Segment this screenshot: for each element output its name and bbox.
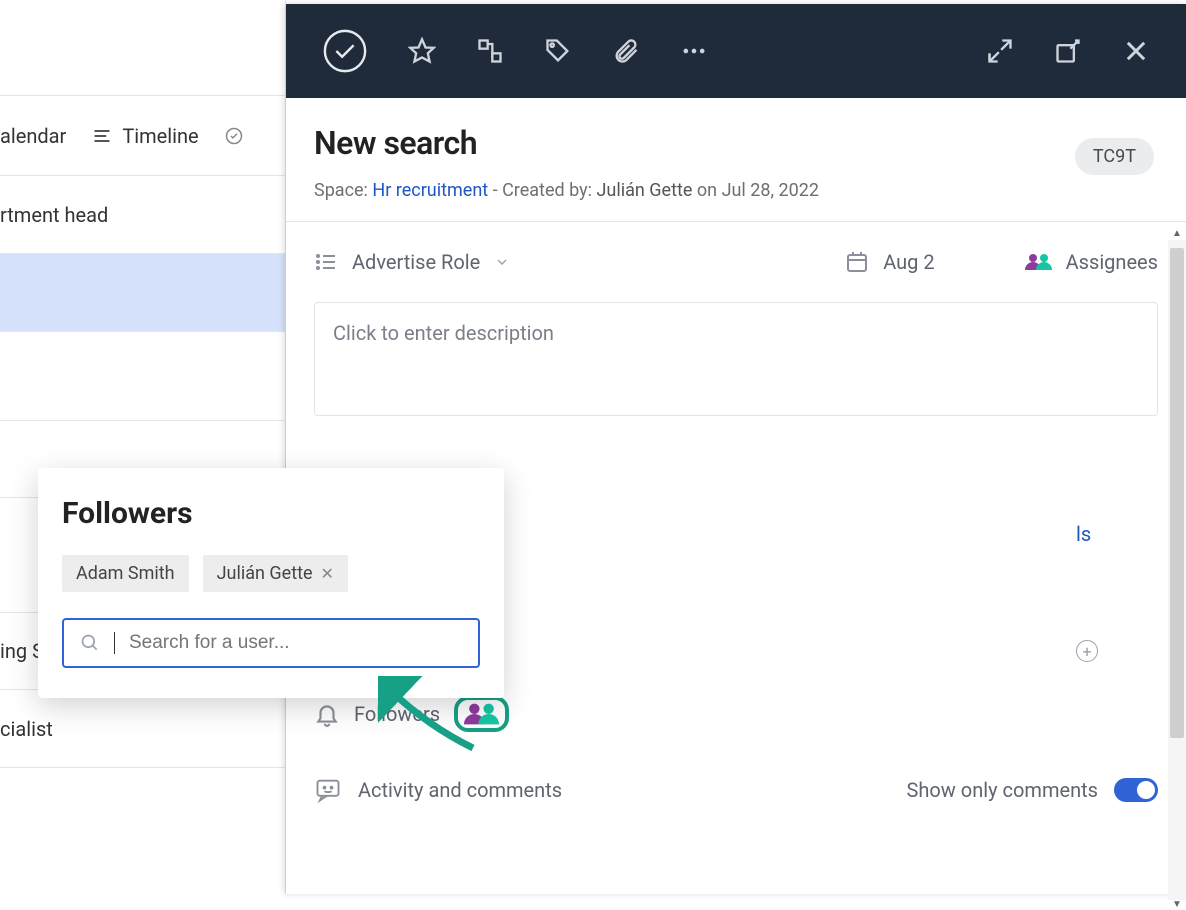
timeline-icon [92, 126, 112, 146]
follower-search[interactable] [62, 618, 480, 668]
task-properties: Advertise Role Aug 2 Assignees [286, 222, 1186, 302]
followers-label: Followers [354, 702, 440, 726]
activity-row: Activity and comments Show only comments [286, 776, 1186, 804]
status-label: Advertise Role [352, 250, 480, 274]
search-icon [80, 633, 100, 653]
scrollbar[interactable]: ▲ ▼ [1168, 240, 1186, 900]
task-body: New search Space: Hr recruitment - Creat… [286, 98, 1186, 201]
timeline-tab[interactable]: Timeline [92, 124, 198, 148]
text-cursor [114, 632, 115, 654]
attachment-icon[interactable] [612, 37, 640, 65]
open-new-icon[interactable] [1054, 37, 1082, 65]
created-by-label: - Created by: [493, 180, 592, 201]
chevron-down-icon [494, 254, 510, 270]
list-item[interactable]: rtment head [0, 176, 285, 254]
complete-circle-icon[interactable] [322, 28, 368, 74]
task-id-badge[interactable]: TC9T [1075, 138, 1154, 175]
status-selector[interactable]: Advertise Role [314, 250, 815, 274]
star-icon[interactable] [408, 37, 436, 65]
people-icon [464, 704, 499, 725]
more-icon[interactable] [680, 37, 708, 65]
close-icon[interactable] [1122, 37, 1150, 65]
list-icon [314, 250, 338, 274]
task-panel: New search Space: Hr recruitment - Creat… [286, 4, 1186, 894]
scroll-thumb[interactable] [1170, 248, 1184, 738]
list-item-label: rtment head [0, 203, 108, 227]
remove-chip-icon[interactable]: ✕ [321, 564, 334, 583]
popover-title: Followers [62, 496, 480, 531]
space-label: Space: [314, 180, 368, 201]
bell-icon [314, 701, 340, 727]
on-label: on [697, 180, 717, 201]
comment-icon [314, 776, 342, 804]
followers-people-button[interactable] [454, 696, 509, 732]
show-only-comments-label: Show only comments [907, 778, 1099, 802]
chip-label: Julián Gette [217, 563, 313, 584]
task-title[interactable]: New search [314, 124, 1158, 162]
scroll-up-icon[interactable]: ▲ [1172, 228, 1182, 239]
link-fragment[interactable]: ls [1076, 522, 1091, 546]
assignees-label: Assignees [1066, 250, 1158, 274]
check-circle-icon[interactable] [225, 127, 243, 145]
calendar-icon [845, 250, 869, 274]
task-toolbar [286, 4, 1186, 98]
due-date-label: Aug 2 [883, 250, 934, 274]
timeline-label: Timeline [122, 124, 198, 148]
chip-label: Adam Smith [76, 563, 175, 584]
calendar-tab[interactable]: alendar [0, 124, 66, 148]
followers-popover: Followers Adam Smith Julián Gette ✕ [38, 468, 504, 698]
follower-chip[interactable]: Adam Smith [62, 555, 189, 592]
due-date[interactable]: Aug 2 [845, 250, 934, 274]
follower-chips: Adam Smith Julián Gette ✕ [62, 555, 480, 592]
tag-icon[interactable] [544, 37, 572, 65]
created-date: Jul 28, 2022 [722, 180, 819, 201]
followers-row: Followers [286, 696, 1186, 732]
space-link[interactable]: Hr recruitment [372, 180, 488, 201]
scroll-down-icon[interactable]: ▼ [1172, 899, 1182, 910]
expand-icon[interactable] [986, 37, 1014, 65]
list-item[interactable] [0, 254, 285, 332]
creator-name: Julián Gette [596, 180, 692, 201]
calendar-label: alendar [0, 124, 66, 148]
add-button[interactable]: + [1076, 640, 1098, 662]
assignees[interactable]: Assignees [1025, 250, 1158, 274]
show-only-comments-toggle[interactable] [1114, 778, 1158, 802]
list-item[interactable]: cialist [0, 690, 285, 768]
follower-chip[interactable]: Julián Gette ✕ [203, 555, 348, 592]
follower-search-input[interactable] [129, 632, 462, 654]
task-meta: Space: Hr recruitment - Created by: Juli… [314, 180, 1158, 201]
description-box[interactable]: Click to enter description [314, 302, 1158, 416]
left-header [0, 0, 285, 96]
people-icon [1025, 254, 1052, 270]
activity-label: Activity and comments [358, 778, 562, 802]
left-panel: alendar Timeline rtment head ing Seciali… [0, 0, 286, 894]
left-toolbar: alendar Timeline [0, 96, 285, 176]
subtask-icon[interactable] [476, 37, 504, 65]
list-item-label: cialist [0, 717, 53, 741]
